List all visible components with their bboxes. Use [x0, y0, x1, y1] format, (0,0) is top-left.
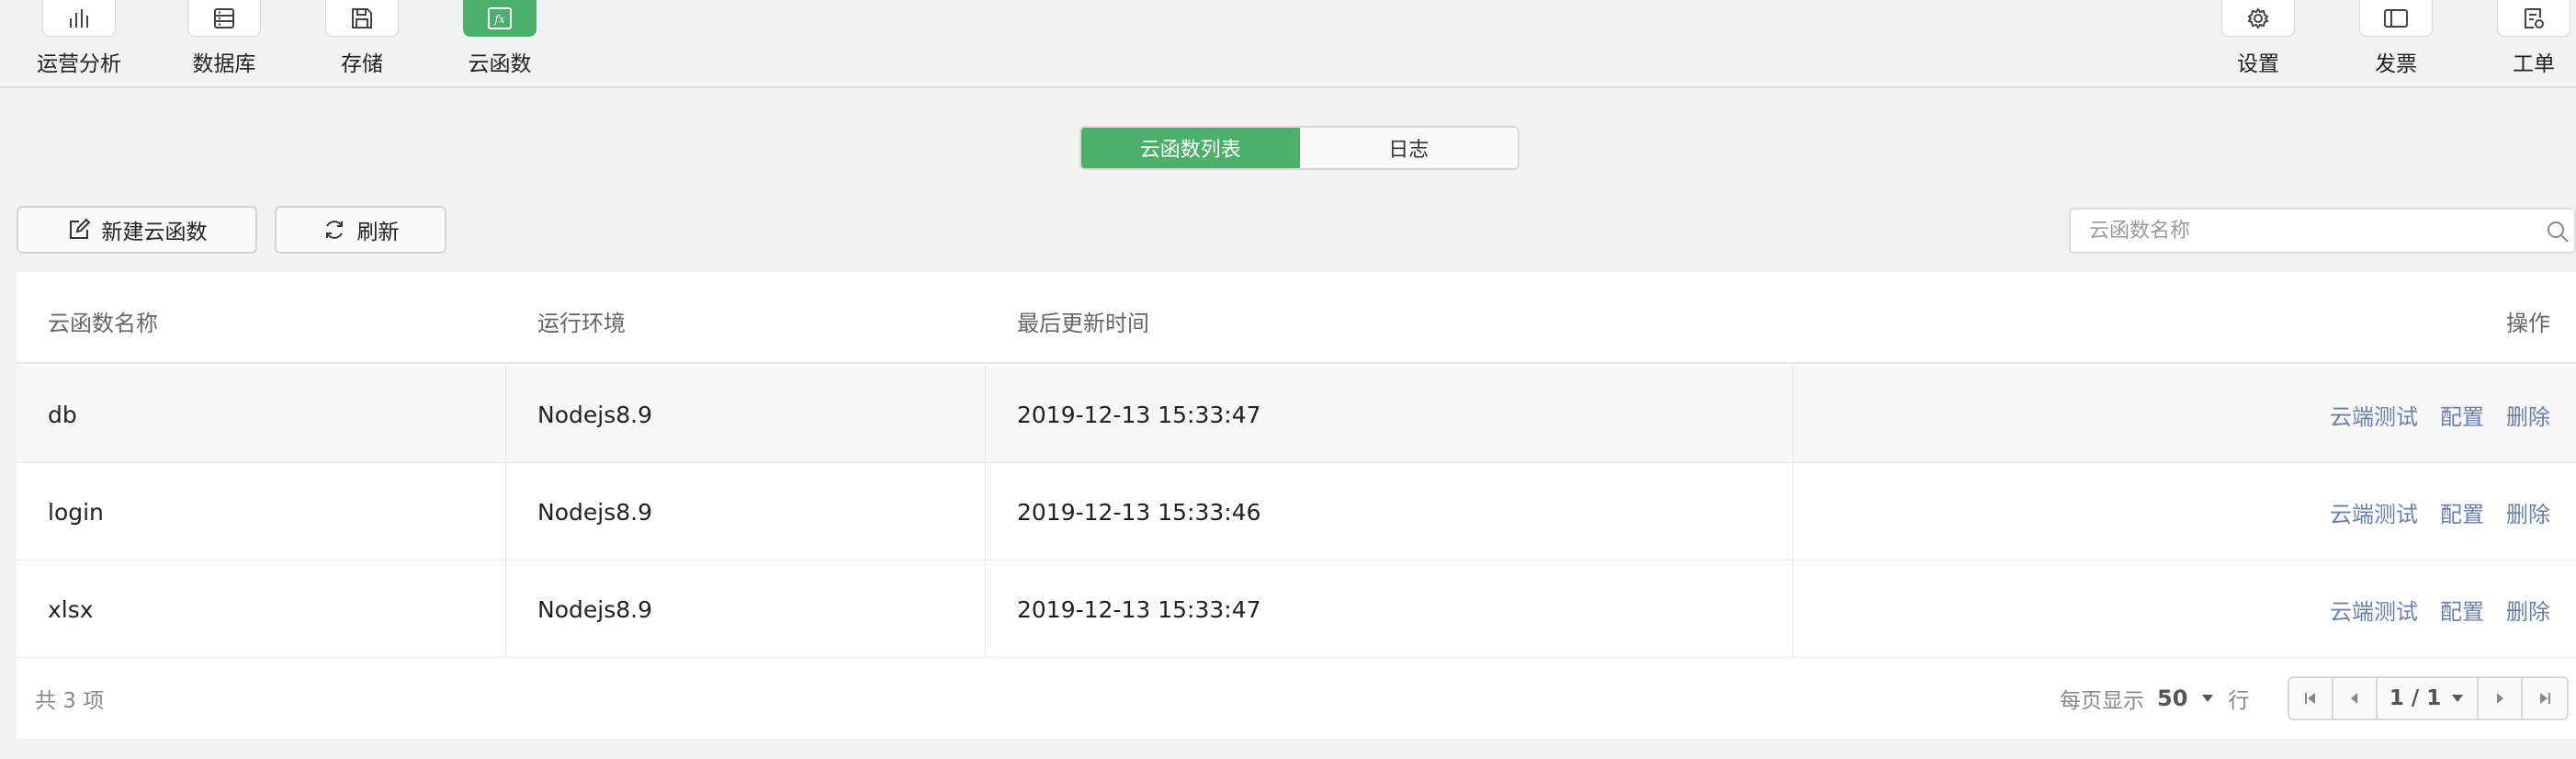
config-link[interactable]: 配置 [2440, 399, 2484, 431]
edit-icon [69, 218, 90, 239]
last-page-icon [2540, 693, 2550, 704]
search-box [2069, 208, 2576, 254]
first-page-icon [2305, 693, 2315, 704]
toolbar-label: 云函数 [468, 52, 532, 76]
tab-logs[interactable]: 日志 [1300, 128, 1519, 168]
function-name-cell: db [48, 401, 77, 428]
toolbar-label: 工单 [2513, 52, 2555, 76]
column-header-updated: 最后更新时间 [1017, 311, 1149, 336]
per-page-unit: 行 [2228, 689, 2250, 713]
page-select[interactable]: 1 / 1 [2378, 678, 2479, 719]
function-icon-text: fx [493, 13, 504, 26]
pagination: 1 / 1 [2288, 676, 2569, 720]
refresh-label: 刷新 [356, 221, 400, 244]
column-header-name: 云函数名称 [48, 311, 158, 336]
toolbar-label: 发票 [2375, 52, 2417, 76]
per-page-control: 每页显示 50 行 [2060, 658, 2249, 739]
search-icon[interactable] [2545, 219, 2570, 244]
next-page-icon [2497, 693, 2503, 704]
table-row: login Nodejs8.9 2019-12-13 15:33:46 云端测试… [17, 463, 2576, 561]
function-name-cell: xlsx [48, 595, 94, 623]
column-header-runtime: 运行环境 [537, 311, 626, 336]
refresh-button[interactable]: 刷新 [275, 206, 446, 254]
toolbar-operations-analysis[interactable]: 运营分析 [28, 0, 130, 77]
column-header-actions: 操作 [2506, 311, 2550, 336]
prev-page-button[interactable] [2333, 678, 2378, 719]
toolbar-label: 运营分析 [37, 52, 121, 76]
toolbar-database[interactable]: 数据库 [174, 0, 275, 77]
new-function-label: 新建云函数 [101, 221, 208, 244]
view-tabs: 云函数列表 日志 [1079, 126, 1520, 170]
function-table: 云函数名称 运行环境 最后更新时间 操作 db Nodejs8.9 2019-1… [17, 272, 2576, 739]
per-page-label: 每页显示 [2060, 689, 2144, 713]
function-name-cell: login [48, 498, 104, 526]
table-row: xlsx Nodejs8.9 2019-12-13 15:33:47 云端测试 … [17, 561, 2576, 658]
caret-down-icon[interactable] [2200, 693, 2215, 704]
save-icon [352, 7, 372, 28]
database-icon [214, 7, 234, 28]
table-row: db Nodejs8.9 2019-12-13 15:33:47 云端测试 配置… [17, 366, 2576, 463]
delete-link[interactable]: 删除 [2506, 496, 2550, 528]
top-toolbar: 运营分析 数据库 存储 fx 云函数 设置 发票 工单 [0, 0, 2576, 88]
config-link[interactable]: 配置 [2440, 594, 2484, 626]
runtime-cell: Nodejs8.9 [537, 498, 652, 526]
cloud-test-link[interactable]: 云端测试 [2330, 496, 2418, 528]
toolbar-label: 存储 [341, 52, 383, 76]
ticket-icon [2525, 7, 2544, 28]
delete-link[interactable]: 删除 [2506, 399, 2550, 431]
toolbar-label: 数据库 [192, 52, 256, 76]
toolbar-invoice[interactable]: 发票 [2345, 0, 2446, 77]
new-function-button[interactable]: 新建云函数 [17, 206, 257, 254]
next-page-button[interactable] [2479, 678, 2523, 719]
table-header: 云函数名称 运行环境 最后更新时间 操作 [17, 272, 2576, 364]
last-page-button[interactable] [2523, 678, 2567, 719]
updated-cell: 2019-12-13 15:33:47 [1017, 595, 1261, 623]
total-count: 共 3 项 [35, 689, 105, 713]
function-icon: fx [488, 6, 512, 29]
config-link[interactable]: 配置 [2440, 496, 2484, 528]
runtime-cell: Nodejs8.9 [537, 595, 652, 623]
toolbar-settings[interactable]: 设置 [2208, 0, 2309, 77]
prev-page-icon [2351, 693, 2357, 704]
cloud-test-link[interactable]: 云端测试 [2330, 399, 2418, 431]
first-page-button[interactable] [2289, 678, 2333, 719]
page-indicator: 1 / 1 [2389, 686, 2442, 710]
cloud-test-link[interactable]: 云端测试 [2330, 594, 2418, 626]
runtime-cell: Nodejs8.9 [537, 401, 652, 428]
updated-cell: 2019-12-13 15:33:47 [1017, 401, 1261, 428]
row-actions: 云端测试 配置 删除 [2330, 463, 2550, 561]
toolbar-storage[interactable]: 存储 [311, 0, 412, 77]
cloud-function-console: 运营分析 数据库 存储 fx 云函数 设置 发票 工单 云函数列表 日志 新建云… [0, 0, 2576, 759]
updated-cell: 2019-12-13 15:33:46 [1017, 498, 1261, 526]
row-actions: 云端测试 配置 删除 [2330, 561, 2550, 658]
gear-icon [2247, 6, 2269, 29]
per-page-select[interactable]: 50 [2157, 685, 2187, 711]
table-footer: 共 3 项 每页显示 50 行 1 / 1 [17, 658, 2576, 739]
toolbar-ticket[interactable]: 工单 [2483, 0, 2576, 77]
toolbar-cloud-function[interactable]: fx 云函数 [449, 0, 550, 77]
caret-down-icon [2452, 695, 2464, 702]
invoice-icon [2384, 8, 2408, 28]
search-input[interactable] [2089, 210, 2530, 252]
refresh-icon [325, 221, 343, 239]
bar-chart-icon [70, 8, 88, 28]
row-actions: 云端测试 配置 删除 [2330, 366, 2550, 463]
delete-link[interactable]: 删除 [2506, 594, 2550, 626]
toolbar-label: 设置 [2237, 52, 2279, 76]
tab-function-list[interactable]: 云函数列表 [1081, 128, 1300, 168]
